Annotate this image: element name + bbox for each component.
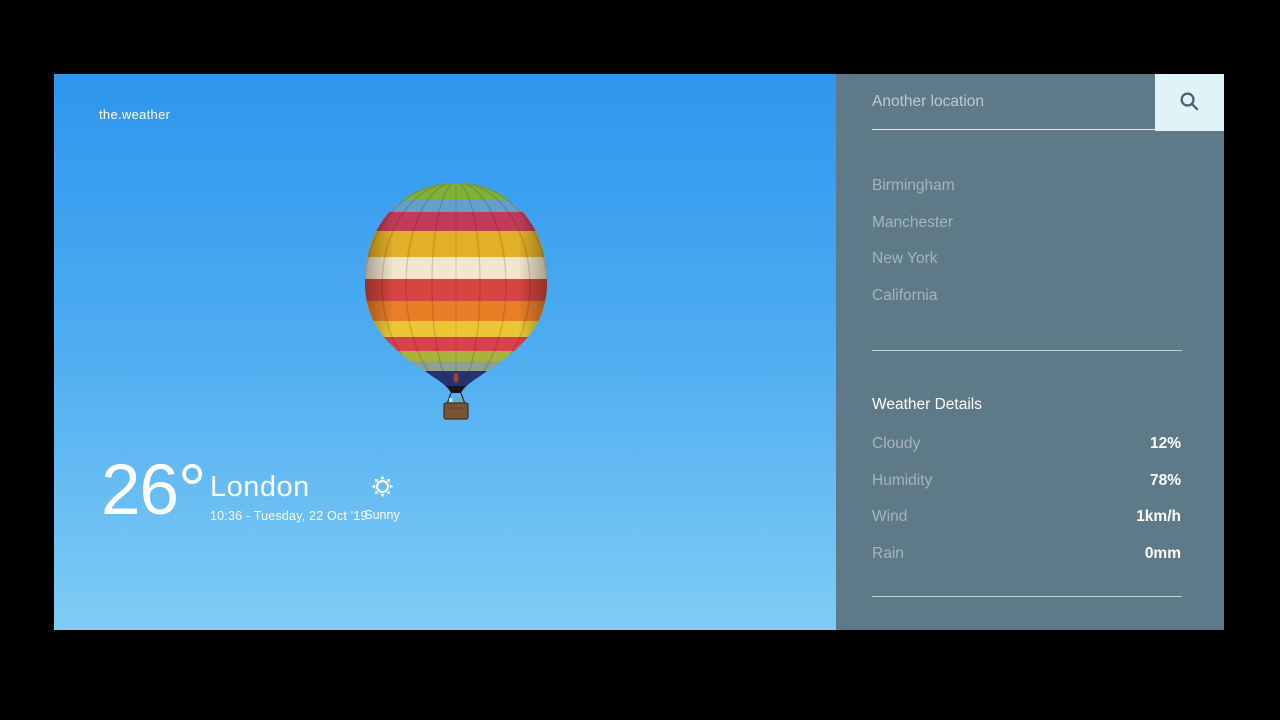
weather-app-window: the.weather xyxy=(54,74,1224,630)
app-logo: the.weather xyxy=(99,107,170,122)
detail-value: 12% xyxy=(1150,435,1181,453)
detail-row-cloudy: Cloudy 12% xyxy=(872,426,1181,463)
side-panel: Birmingham Manchester New York Californi… xyxy=(836,74,1224,630)
detail-value: 0mm xyxy=(1145,545,1181,563)
detail-label: Wind xyxy=(872,508,907,526)
detail-value: 1km/h xyxy=(1136,508,1181,526)
location-item-manchester[interactable]: Manchester xyxy=(872,205,1181,242)
divider xyxy=(872,350,1182,351)
detail-label: Cloudy xyxy=(872,435,920,453)
weather-details-section: Weather Details Cloudy 12% Humidity 78% … xyxy=(872,396,1181,572)
detail-label: Rain xyxy=(872,545,904,563)
current-condition-block: Sunny xyxy=(351,474,413,522)
search-icon xyxy=(1178,90,1201,116)
weather-details-rows: Cloudy 12% Humidity 78% Wind 1km/h Rain … xyxy=(872,426,1181,572)
sun-icon xyxy=(370,474,395,499)
current-location-block: London 10:36 - Tuesday, 22 Oct '19 xyxy=(210,471,368,523)
current-temperature: 26° xyxy=(101,455,205,526)
current-datetime: 10:36 - Tuesday, 22 Oct '19 xyxy=(210,509,368,523)
condition-label: Sunny xyxy=(351,508,413,522)
location-item-california[interactable]: California xyxy=(872,278,1181,315)
main-weather-pane: the.weather xyxy=(54,74,836,630)
detail-row-humidity: Humidity 78% xyxy=(872,463,1181,500)
weather-details-title: Weather Details xyxy=(872,396,1181,418)
detail-row-wind: Wind 1km/h xyxy=(872,499,1181,536)
detail-label: Humidity xyxy=(872,472,932,490)
hot-air-balloon-image xyxy=(360,182,552,422)
detail-value: 78% xyxy=(1150,472,1181,490)
divider xyxy=(872,596,1182,597)
current-city: London xyxy=(210,471,368,504)
saved-locations-list: Birmingham Manchester New York Californi… xyxy=(872,168,1181,314)
search-button[interactable] xyxy=(1155,74,1224,131)
location-item-birmingham[interactable]: Birmingham xyxy=(872,168,1181,205)
search-input[interactable] xyxy=(872,74,1155,130)
location-item-new-york[interactable]: New York xyxy=(872,241,1181,278)
detail-row-rain: Rain 0mm xyxy=(872,536,1181,573)
